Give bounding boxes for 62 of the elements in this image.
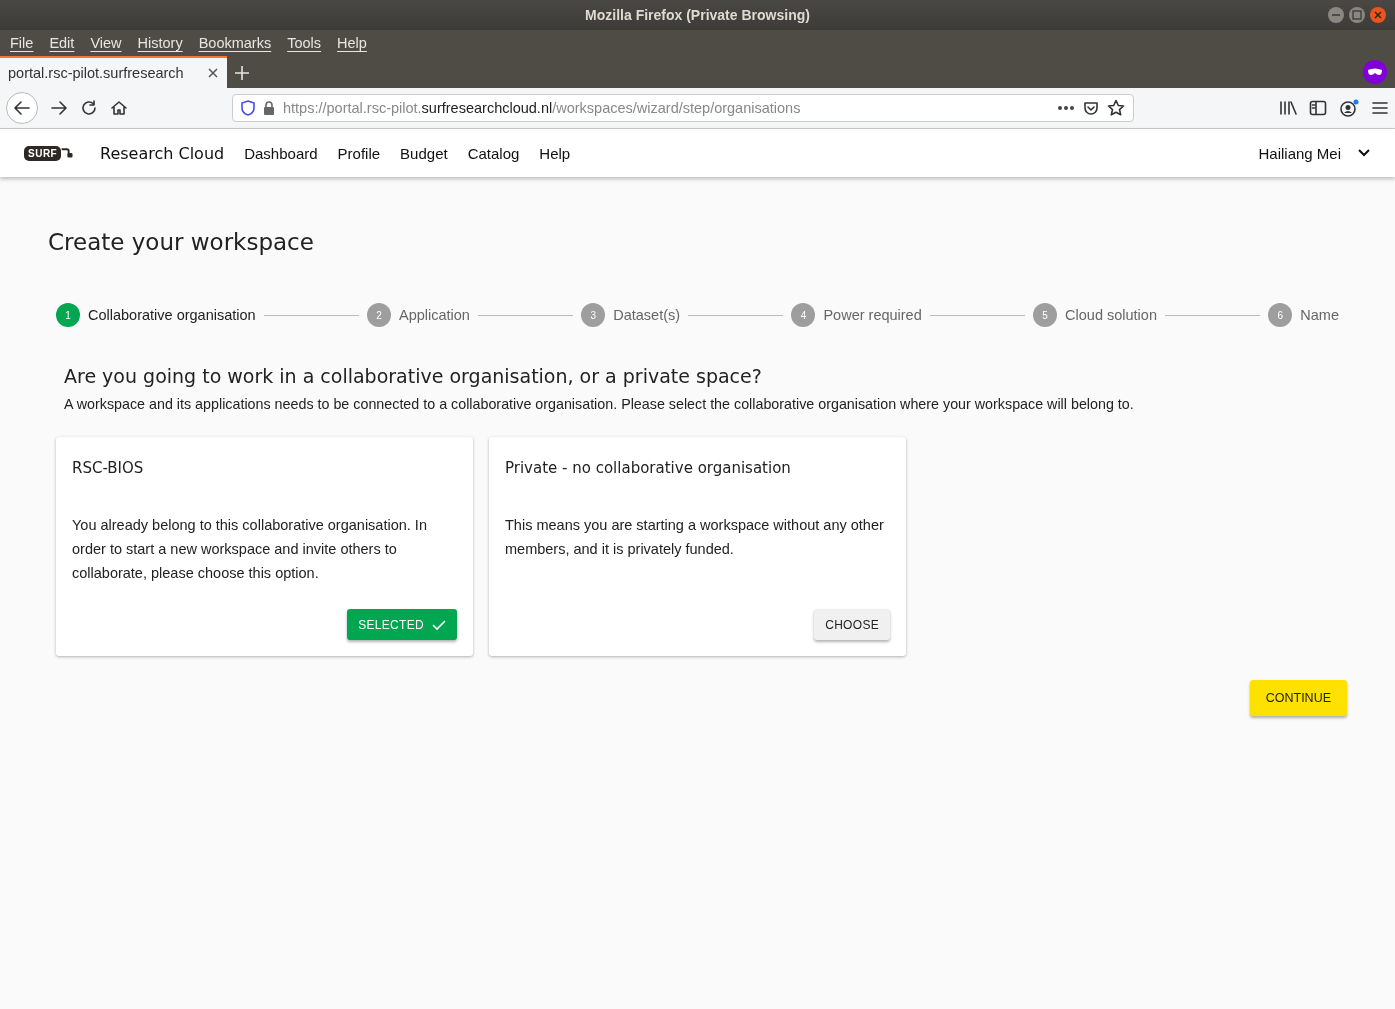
description: A workspace and its applications needs to be connected to a collaborative organisation. Please select the collaborative organisation where your workspace will belong to. bbox=[64, 396, 1135, 412]
nav-link[interactable]: Help bbox=[539, 144, 571, 162]
step-number: 5 bbox=[1033, 303, 1058, 327]
step-number: 3 bbox=[581, 303, 606, 327]
lock-icon bbox=[263, 101, 275, 115]
step-label[interactable]: Application bbox=[398, 307, 470, 323]
more-icon[interactable] bbox=[1057, 105, 1075, 111]
step-label[interactable]: Power required bbox=[823, 307, 922, 323]
close-icon[interactable] bbox=[207, 67, 219, 79]
back-button[interactable] bbox=[6, 92, 38, 124]
step-number: 2 bbox=[366, 303, 391, 327]
menu-item[interactable]: View bbox=[82, 35, 130, 51]
menu-item[interactable]: Tools bbox=[279, 35, 330, 51]
minimize-button[interactable] bbox=[1327, 6, 1345, 24]
card-text: This means you are starting a workspace without any other members, and it is privately funded. bbox=[505, 516, 885, 559]
user-name[interactable]: Hailiang Mei bbox=[1258, 144, 1341, 162]
step-label[interactable]: Collaborative organisation bbox=[88, 307, 256, 323]
back-arrow-icon bbox=[13, 99, 31, 117]
library-icon[interactable] bbox=[1279, 100, 1297, 116]
choose-button[interactable]: CHOOSE bbox=[814, 609, 890, 640]
url-text: https://portal.rsc-pilot.surfresearchcloud.nl/workspaces/wizard/step/organisations bbox=[283, 100, 802, 116]
close-button[interactable] bbox=[1369, 6, 1387, 24]
shield-icon bbox=[241, 100, 255, 116]
brand-name[interactable]: Research Cloud bbox=[100, 143, 225, 163]
menu-item[interactable]: Help bbox=[329, 35, 375, 51]
step-number: 1 bbox=[56, 303, 80, 327]
step-label[interactable]: Cloud solution bbox=[1065, 307, 1157, 323]
question-heading: Are you going to work in a collaborative organisation, or a private space? bbox=[64, 365, 762, 387]
check-icon bbox=[432, 618, 446, 631]
step-number: 6 bbox=[1268, 303, 1293, 327]
nav-link[interactable]: Catalog bbox=[467, 144, 520, 162]
star-icon[interactable] bbox=[1107, 99, 1125, 117]
nav-link[interactable]: Dashboard bbox=[244, 144, 318, 162]
menu-item[interactable]: History bbox=[129, 35, 191, 51]
continue-button[interactable]: CONTINUE bbox=[1249, 680, 1347, 716]
sidebar-icon[interactable] bbox=[1309, 100, 1327, 116]
browser-tab[interactable]: portal.rsc-pilot.surfresearch bbox=[0, 56, 227, 88]
window-title: Mozilla Firefox (Private Browsing) bbox=[585, 7, 810, 23]
card-text: You already belong to this collaborative organisation. In order to start a new workspace and invite others to collaborate, please choose this option. bbox=[72, 516, 428, 583]
menu-item[interactable]: File bbox=[2, 35, 42, 51]
card-title: RSC-BIOS bbox=[72, 459, 144, 477]
page-title: Create your workspace bbox=[48, 229, 314, 255]
logo-text: SURF bbox=[24, 145, 62, 161]
menu-item[interactable]: Bookmarks bbox=[190, 35, 280, 51]
reload-icon[interactable] bbox=[80, 99, 98, 117]
maximize-button[interactable] bbox=[1348, 6, 1366, 24]
step-label[interactable]: Name bbox=[1300, 307, 1339, 323]
step-label[interactable]: Dataset(s) bbox=[613, 307, 681, 323]
menu-icon[interactable] bbox=[1371, 100, 1389, 116]
pocket-icon[interactable] bbox=[1083, 100, 1099, 116]
surf-logo[interactable]: SURF bbox=[24, 139, 74, 167]
nav-link[interactable]: Budget bbox=[400, 144, 448, 162]
step-number: 4 bbox=[791, 303, 816, 327]
forward-icon[interactable] bbox=[50, 99, 68, 117]
nav-link[interactable]: Profile bbox=[337, 144, 381, 162]
chevron-down-icon[interactable] bbox=[1357, 148, 1371, 158]
home-icon[interactable] bbox=[110, 99, 128, 117]
address-bar[interactable]: https://portal.rsc-pilot.surfresearchcloud.nl/workspaces/wizard/step/organisations bbox=[232, 94, 1134, 122]
account-icon[interactable] bbox=[1339, 99, 1359, 117]
mask-icon bbox=[1363, 60, 1387, 84]
menu-item[interactable]: Edit bbox=[41, 35, 83, 51]
card-title: Private - no collaborative organisation bbox=[505, 459, 791, 477]
